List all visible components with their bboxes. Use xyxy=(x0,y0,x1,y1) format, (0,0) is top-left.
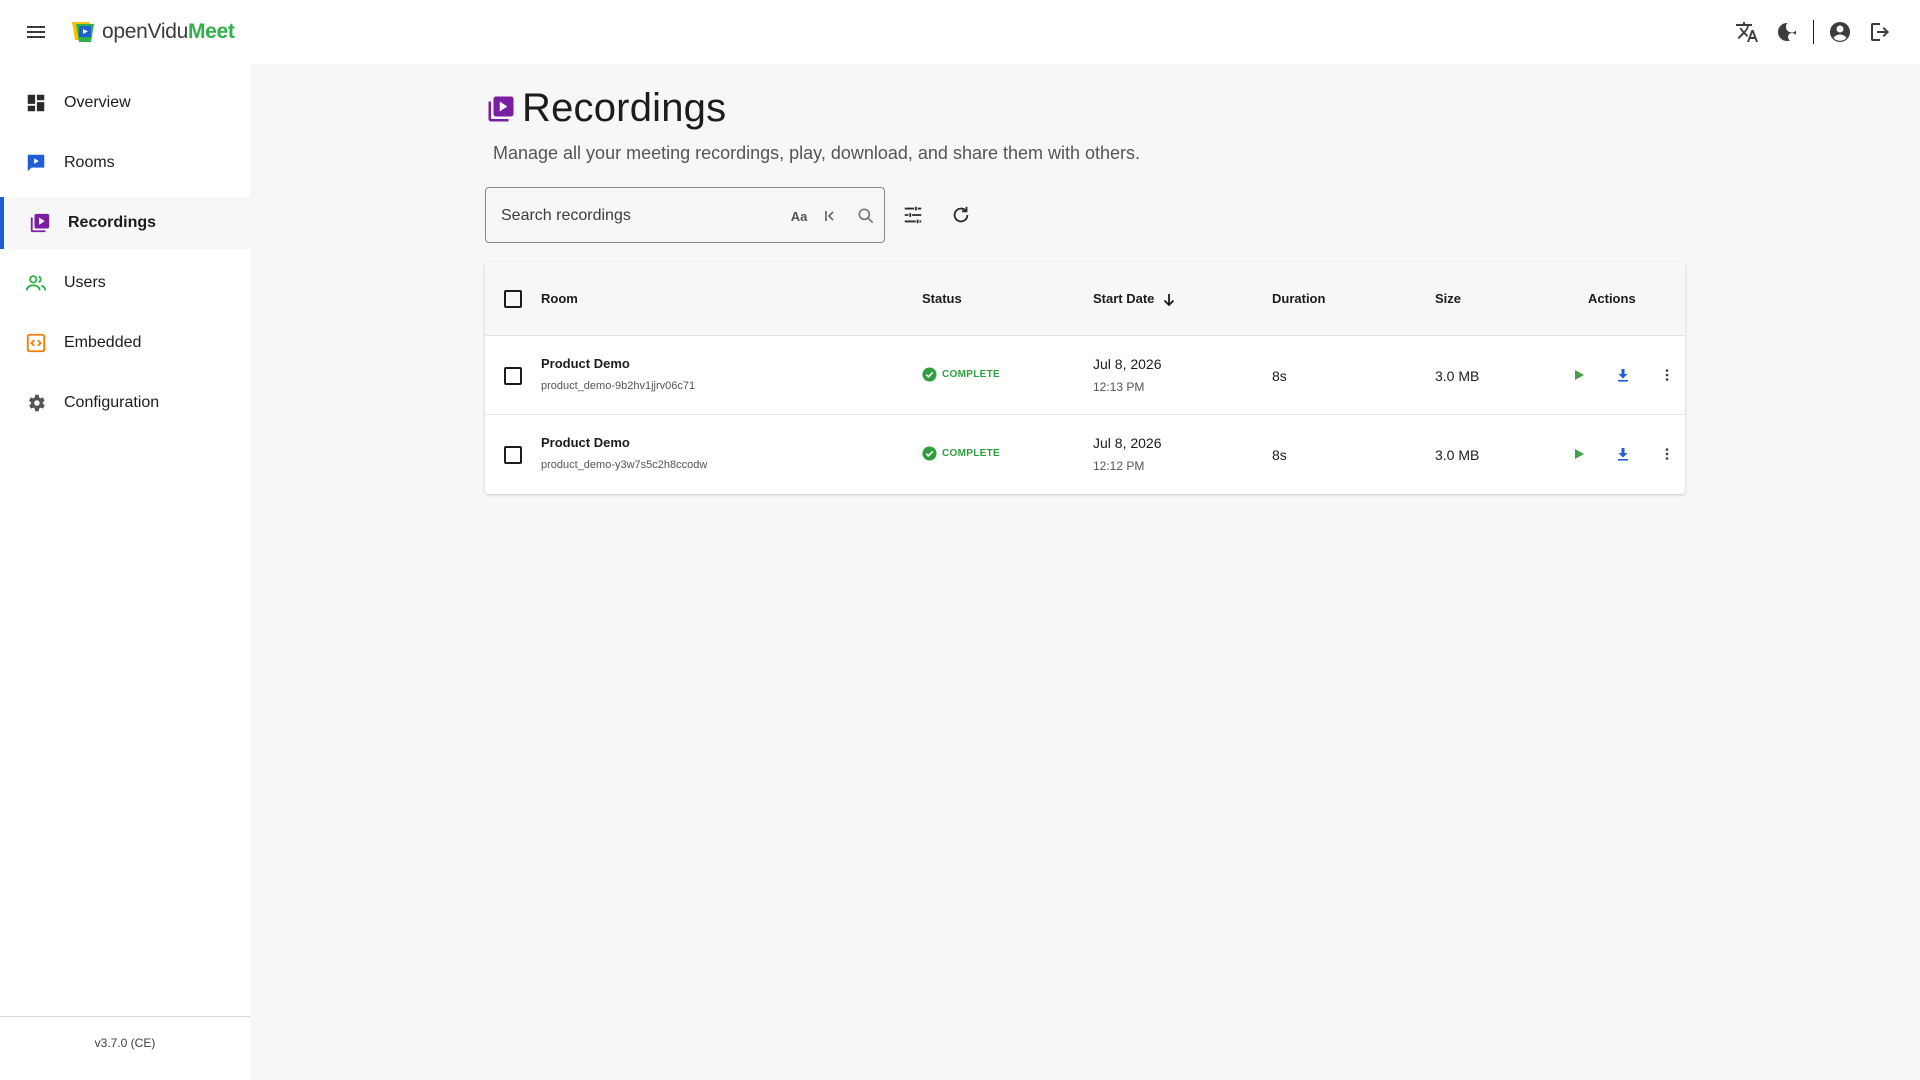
download-icon[interactable] xyxy=(1613,365,1633,385)
header-actions: Actions xyxy=(1588,291,1636,306)
gear-icon xyxy=(24,391,48,415)
users-icon xyxy=(24,271,48,295)
filter-icon[interactable] xyxy=(900,202,926,228)
app-version: v3.7.0 (CE) xyxy=(94,1036,156,1050)
header-duration[interactable]: Duration xyxy=(1272,291,1325,306)
size: 3.0 MB xyxy=(1435,447,1480,463)
translate-icon[interactable] xyxy=(1733,18,1761,46)
search-input[interactable] xyxy=(501,204,751,228)
toolbar-divider xyxy=(1813,20,1814,44)
page-title: Recordings xyxy=(486,86,726,131)
more-options-icon[interactable] xyxy=(1657,365,1677,385)
status-badge: COMPLETE xyxy=(922,367,1000,382)
match-case-toggle[interactable]: Aa xyxy=(786,204,812,228)
table-row[interactable]: Product Demo product_demo-y3w7s5c2h8ccod… xyxy=(485,416,1685,494)
dark-mode-icon[interactable] xyxy=(1773,18,1801,46)
room-name: Product Demo xyxy=(541,435,630,450)
top-bar: openViduMeet xyxy=(0,0,1920,64)
more-options-icon[interactable] xyxy=(1657,444,1677,464)
sidebar-item-users[interactable]: Users xyxy=(0,257,250,309)
sidebar-item-rooms[interactable]: Rooms xyxy=(0,137,250,189)
start-date: Jul 8, 2026 xyxy=(1093,435,1162,451)
page-title-text: Recordings xyxy=(522,86,727,130)
menu-icon[interactable] xyxy=(24,20,48,44)
recordings-icon xyxy=(28,211,52,235)
account-icon[interactable] xyxy=(1826,18,1854,46)
recordings-table: Room Status Start Date Duration Size Act… xyxy=(485,262,1685,494)
sidebar-item-label: Rooms xyxy=(64,154,115,171)
start-time: 12:13 PM xyxy=(1093,380,1145,394)
check-circle-icon xyxy=(922,367,937,382)
logout-icon[interactable] xyxy=(1866,18,1894,46)
start-time: 12:12 PM xyxy=(1093,459,1145,473)
sidebar-item-label: Recordings xyxy=(68,214,157,231)
sidebar-item-embedded[interactable]: Embedded xyxy=(0,317,250,369)
header-status[interactable]: Status xyxy=(922,291,962,306)
page-subtitle: Manage all your meeting recordings, play… xyxy=(493,143,1141,163)
sidebar-item-label: Users xyxy=(64,274,106,291)
status-badge: COMPLETE xyxy=(922,446,1000,461)
app-logo[interactable]: openViduMeet xyxy=(70,18,235,46)
download-icon[interactable] xyxy=(1613,444,1633,464)
header-room[interactable]: Room xyxy=(541,291,578,306)
search-icon[interactable] xyxy=(854,204,878,228)
clear-search-icon[interactable] xyxy=(820,204,840,228)
sidebar-item-overview[interactable]: Overview xyxy=(0,77,250,129)
sort-desc-icon xyxy=(1163,293,1175,306)
play-icon[interactable] xyxy=(1569,365,1589,385)
embedded-icon xyxy=(24,331,48,355)
recordings-icon xyxy=(488,96,514,121)
row-checkbox[interactable] xyxy=(504,446,522,464)
play-icon[interactable] xyxy=(1569,444,1589,464)
sidebar-item-label: Configuration xyxy=(64,394,160,411)
dashboard-icon xyxy=(24,91,48,115)
select-all-checkbox[interactable] xyxy=(504,290,522,308)
header-start-date[interactable]: Start Date xyxy=(1093,291,1176,307)
header-size[interactable]: Size xyxy=(1435,291,1461,306)
start-date: Jul 8, 2026 xyxy=(1093,356,1162,372)
sidebar-item-recordings[interactable]: Recordings xyxy=(0,197,250,249)
sidebar-divider xyxy=(0,1016,250,1017)
rooms-icon xyxy=(24,151,48,175)
sidebar-item-label: Embedded xyxy=(64,334,142,351)
duration: 8s xyxy=(1272,447,1287,463)
logo-mark-icon xyxy=(72,22,94,42)
search-field: Aa xyxy=(485,187,885,243)
sidebar-item-configuration[interactable]: Configuration xyxy=(0,377,250,429)
app-name: openViduMeet xyxy=(102,20,235,43)
room-id: product_demo-y3w7s5c2h8ccodw xyxy=(541,459,708,471)
room-id: product_demo-9b2hv1jjrv06c71 xyxy=(541,380,696,392)
sidebar-item-label: Overview xyxy=(64,94,131,111)
row-checkbox[interactable] xyxy=(504,367,522,385)
refresh-icon[interactable] xyxy=(948,202,974,228)
size: 3.0 MB xyxy=(1435,368,1480,384)
duration: 8s xyxy=(1272,368,1287,384)
top-actions xyxy=(1721,18,1894,46)
room-name: Product Demo xyxy=(541,356,630,371)
check-circle-icon xyxy=(922,446,937,461)
table-row[interactable]: Product Demo product_demo-9b2hv1jjrv06c7… xyxy=(485,336,1685,415)
sidebar: Overview Rooms Recordings Users Embedded… xyxy=(0,64,250,1080)
table-header: Room Status Start Date Duration Size Act… xyxy=(485,262,1685,336)
